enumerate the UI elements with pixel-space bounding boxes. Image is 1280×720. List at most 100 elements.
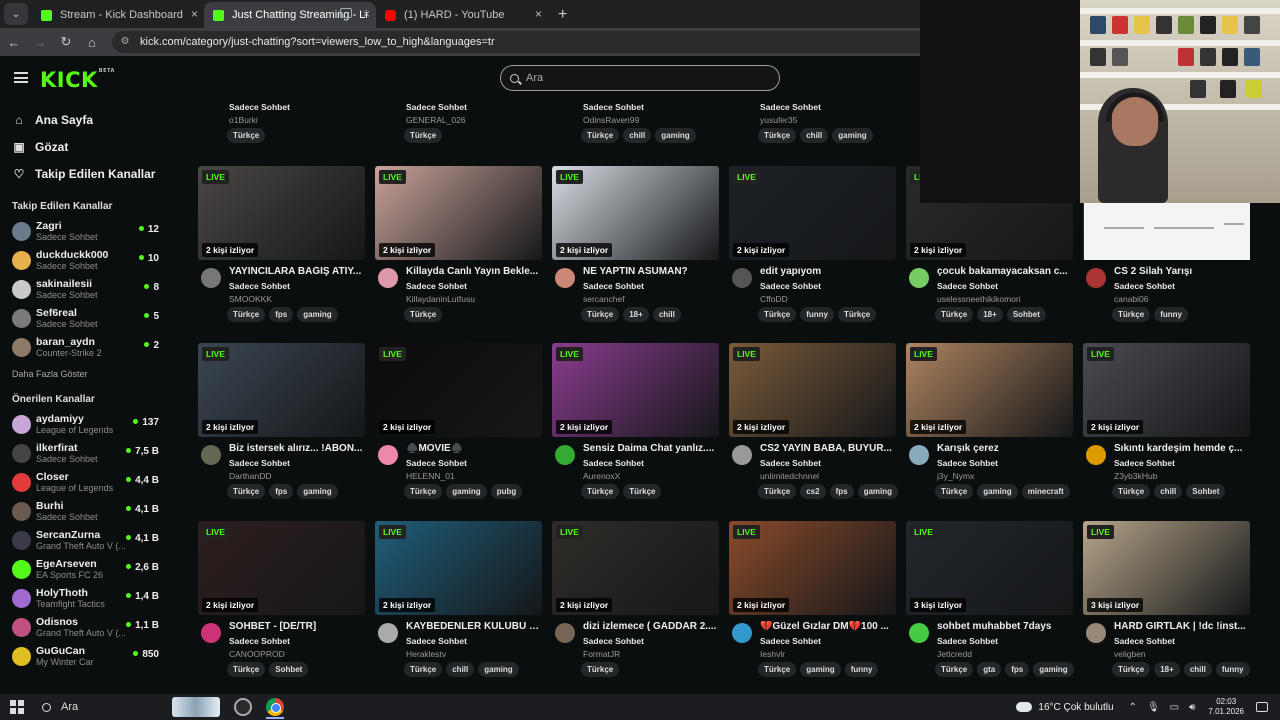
clock[interactable]: 02:03 7.01.2026 [1208,697,1244,717]
sidebar-channel-zagri[interactable]: Zagri Sadece Sohbet 12 [0,218,172,247]
stream-thumbnail[interactable]: LIVE 2 kişi izliyor [906,343,1073,437]
tag-chip[interactable]: 18+ [1154,662,1180,677]
tag-chip[interactable]: Türkçe [838,307,877,322]
stream-thumbnail[interactable]: LIVE 3 kişi izliyor [1083,521,1250,615]
tag-chip[interactable]: Türkçe [1112,662,1151,677]
nav-following[interactable]: ♡ Takip Edilen Kanallar [0,160,172,187]
stream-username[interactable]: CANOOPROD [229,649,285,659]
stream-username[interactable]: GENERAL_026 [406,115,466,125]
tag-chip[interactable]: Türkçe [1112,307,1151,322]
sidebar-channel-duckduckk000[interactable]: duckduckk000 Sadece Sohbet 10 [0,247,172,276]
stream-title[interactable]: Sıkıntı kardeşim hemde ç... [1114,443,1250,454]
close-tab-icon[interactable]: × [363,7,370,21]
stream-username[interactable]: yusufer35 [760,115,797,125]
sidebar-channel-ilkerfirat[interactable]: ilkerfirat Sadece Sohbet 7,5 B [0,440,172,469]
sidebar-channel-holythoth[interactable]: HolyThoth Teamfight Tactics 1,4 B [0,585,172,614]
tag-chip[interactable]: chill [1183,662,1212,677]
stream-thumbnail[interactable]: LIVE 2 kişi izliyor [198,166,365,260]
stream-title[interactable]: ♠️MOVIE♠️ [406,443,542,454]
stream-category[interactable]: Sadece Sohbet [1114,458,1175,468]
tag-chip[interactable]: Türkçe [227,484,266,499]
taskbar-search[interactable]: Ara [42,701,172,713]
tag-chip[interactable]: Türkçe [758,484,797,499]
weather-widget[interactable]: 16°C Çok bulutlu [1013,698,1114,713]
stream-username[interactable]: SMOOKKK [229,294,272,304]
hamburger-menu-icon[interactable] [14,72,28,83]
stream-card[interactable]: LIVE 2 kişi izliyor Biz istersek alırız...… [198,343,365,503]
stream-category[interactable]: Sadece Sohbet [1114,281,1175,291]
tag-chip[interactable]: fps [1005,662,1030,677]
stream-thumbnail[interactable]: LIVE 2 kişi izliyor [375,166,542,260]
stream-title[interactable]: Karışık çerez [937,443,1073,454]
stream-thumbnail[interactable]: LIVE 2 kişi izliyor [198,521,365,615]
tag-chip[interactable]: funny [844,662,879,677]
tag-chip[interactable]: Türkçe [758,307,797,322]
stream-thumbnail[interactable]: LIVE 2 kişi izliyor [552,521,719,615]
tag-chip[interactable]: gaming [1033,662,1074,677]
tag-chip[interactable]: cs2 [800,484,826,499]
sidebar-channel-sercanzurna[interactable]: SercanZurna Grand Theft Auto V (... 4,1 B [0,527,172,556]
stream-category[interactable]: Sadece Sohbet [406,458,467,468]
nav-browse[interactable]: ▣ Gözat [0,133,172,160]
stream-card[interactable]: LIVE 2 kişi izliyor ♠️MOVIE♠️ Sadece Sohbet… [375,343,542,503]
new-tab-button[interactable]: + [558,6,567,24]
streamer-avatar[interactable] [201,268,221,288]
tag-chip[interactable]: Türkçe [758,128,797,143]
stream-card[interactable]: LIVE 2 kişi izliyor YAYINCILARA BAĞIŞ ATIY… [198,166,365,326]
stream-card[interactable]: LIVE 2 kişi izliyor 💔Güzel Gızlar DM💔100 .… [729,521,896,681]
streamer-avatar[interactable] [378,623,398,643]
sidebar-channel-closer[interactable]: Closer League of Legends 4,4 B [0,469,172,498]
stream-card[interactable]: Sadece Sohbet yusufer35 Türkçe chill gaming [729,102,896,168]
streamer-avatar[interactable] [909,623,929,643]
stream-username[interactable]: KillaydaninLutfusu [406,294,475,304]
stream-category[interactable]: Sadece Sohbet [229,458,290,468]
stream-category[interactable]: Sadece Sohbet [229,102,290,112]
tag-chip[interactable]: 18+ [977,307,1003,322]
stream-category[interactable]: Sadece Sohbet [937,636,998,646]
stream-username[interactable]: OdinsRaven99 [583,115,639,125]
stream-title[interactable]: CS 2 Silah Yarışı [1114,266,1250,277]
tag-chip[interactable]: chill [623,128,652,143]
stream-category[interactable]: Sadece Sohbet [229,636,290,646]
tag-chip[interactable]: gaming [655,128,696,143]
stream-username[interactable]: unlimitedchnnel [760,471,819,481]
widgets-icon[interactable] [172,697,220,717]
tag-chip[interactable]: 18+ [623,307,649,322]
stream-thumbnail[interactable]: LIVE 2 kişi izliyor [198,343,365,437]
nav-home[interactable]: ⌂ Ana Sayfa [0,106,172,133]
chrome-icon[interactable] [266,698,284,716]
streamer-avatar[interactable] [732,268,752,288]
tag-chip[interactable]: chill [652,307,681,322]
stream-username[interactable]: sercanchef [583,294,625,304]
reload-icon[interactable]: ↻ [54,34,78,50]
streamer-avatar[interactable] [1086,445,1106,465]
tag-chip[interactable]: Türkçe [227,307,266,322]
site-info-icon[interactable]: ⚙ [118,35,132,49]
tag-chip[interactable]: chill [1154,484,1183,499]
tag-chip[interactable]: chill [446,662,475,677]
tag-chip[interactable]: gaming [446,484,487,499]
stream-thumbnail[interactable]: LIVE 2 kişi izliyor [729,343,896,437]
stream-thumbnail[interactable]: LIVE 2 kişi izliyor [729,166,896,260]
sidebar-channel-burhi[interactable]: Burhi Sadece Sohbet 4,1 B [0,498,172,527]
tag-chip[interactable]: Sohbet [269,662,309,677]
stream-category[interactable]: Sadece Sohbet [406,281,467,291]
stream-card[interactable]: LIVE 2 kişi izliyor edit yapıyom Sadece Soh… [729,166,896,326]
tag-chip[interactable]: gaming [800,662,841,677]
stream-thumbnail[interactable]: LIVE 2 kişi izliyor [375,521,542,615]
stream-thumbnail[interactable]: LIVE 2 kişi izliyor [375,343,542,437]
stream-card[interactable]: LIVE 2 kişi izliyor Sıkıntı kardeşim hemde… [1083,343,1250,503]
stream-title[interactable]: Sensiz Daima Chat yanlız.... [583,443,719,454]
notifications-icon[interactable] [1256,702,1268,712]
tag-chip[interactable]: Türkçe [404,662,443,677]
stream-card[interactable]: LIVE 2 kişi izliyor Killayda Canlı Yayın B… [375,166,542,326]
streamer-avatar[interactable] [732,445,752,465]
stream-username[interactable]: Z3yb3kHub [1114,471,1157,481]
streamer-avatar[interactable] [378,445,398,465]
stream-card[interactable]: LIVE 2 kişi izliyor Karışık çerez Sadece So… [906,343,1073,503]
stream-username[interactable]: FormatJR [583,649,620,659]
streamer-avatar[interactable] [909,445,929,465]
sidebar-channel-sakinailesii[interactable]: sakinailesii Sadece Sohbet 8 [0,276,172,305]
tag-chip[interactable]: Türkçe [404,484,443,499]
stream-card[interactable]: LIVE 2 kişi izliyor dizi izlemece ( GADDAR… [552,521,719,681]
